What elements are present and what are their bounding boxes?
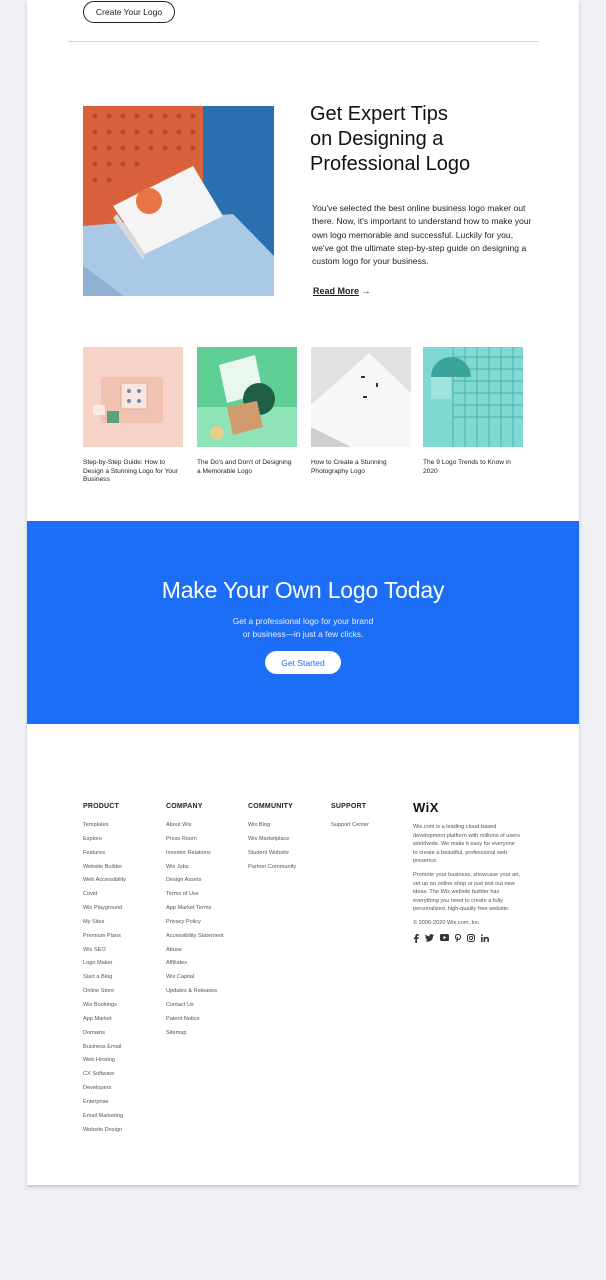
article-caption: The Do's and Don't of Designing a Memora…: [197, 459, 292, 475]
footer-link[interactable]: Explore: [83, 835, 126, 849]
footer-link[interactable]: Investor Relations: [166, 849, 224, 863]
footer-link[interactable]: Wix Bookings: [83, 1001, 126, 1015]
footer-link[interactable]: Enterprise: [83, 1098, 126, 1112]
footer-heading: COMPANY: [166, 803, 203, 810]
hero-title-line: on Designing a: [310, 128, 444, 150]
page-content: Create Your Logo Get Expert Tips on Desi…: [27, 0, 579, 1185]
about-paragraph: Wix.com is a leading cloud-based develop…: [413, 824, 520, 865]
footer-link[interactable]: Student Website: [248, 849, 296, 863]
footer-heading: SUPPORT: [331, 803, 367, 810]
cta-subtitle-line: or business—in just a few clicks.: [242, 629, 364, 639]
hero-title-line: Professional Logo: [310, 153, 471, 175]
footer-link[interactable]: Updates & Releases: [166, 987, 224, 1001]
footer-link[interactable]: Contact Us: [166, 1001, 224, 1015]
footer-column-community: COMMUNITY Wix Blog Wix Marketplace Stude…: [248, 803, 296, 876]
footer-link[interactable]: Wix Jobs: [166, 863, 224, 877]
facebook-icon[interactable]: [413, 933, 419, 943]
footer-link[interactable]: App Market Terms: [166, 904, 224, 918]
footer-link[interactable]: Web Accessibility: [83, 876, 126, 890]
footer-link[interactable]: Wix Capital: [166, 973, 224, 987]
footer-column-company: COMPANY About Wix Press Room Investor Re…: [166, 803, 224, 1043]
about-paragraph: Promote your business, showcase your art…: [413, 871, 521, 913]
footer-link[interactable]: Web Hosting: [83, 1056, 126, 1070]
read-more-link[interactable]: Read More →: [313, 286, 371, 296]
arrow-right-icon: →: [361, 286, 371, 296]
article-thumbnail: [311, 347, 411, 447]
article-card[interactable]: How to Create a Stunning Photography Log…: [311, 347, 411, 476]
cta-banner: Make Your Own Logo Today Get a professio…: [27, 521, 579, 724]
footer-link[interactable]: Support Center: [331, 821, 369, 835]
footer-link[interactable]: Wix Playground: [83, 904, 126, 918]
article-card[interactable]: The 9 Logo Trends to Know in 2020: [423, 347, 523, 476]
linkedin-icon[interactable]: [481, 933, 489, 942]
article-card[interactable]: The Do's and Don't of Designing a Memora…: [197, 347, 297, 476]
get-started-button[interactable]: Get Started: [265, 651, 341, 674]
article-thumbnail: [423, 347, 523, 447]
divider: [68, 41, 539, 42]
footer-link[interactable]: Templates: [83, 821, 126, 835]
wix-logo[interactable]: WiX: [413, 800, 521, 815]
footer-link[interactable]: Wix Marketplace: [248, 835, 296, 849]
footer-link[interactable]: Covid: [83, 890, 126, 904]
footer-link[interactable]: Affiliates: [166, 959, 224, 973]
youtube-icon[interactable]: [440, 933, 449, 941]
footer-heading: PRODUCT: [83, 803, 120, 810]
footer-link[interactable]: About Wix: [166, 821, 224, 835]
footer-link[interactable]: CX Software: [83, 1070, 126, 1084]
cta-subtitle-line: Get a professional logo for your brand: [232, 616, 374, 626]
footer-link[interactable]: Premium Plans: [83, 932, 126, 946]
footer-link[interactable]: Partner Community: [248, 863, 296, 877]
twitter-icon[interactable]: [425, 933, 434, 942]
footer-link[interactable]: Patent Notice: [166, 1015, 224, 1029]
footer-about: WiX Wix.com is a leading cloud-based dev…: [413, 800, 521, 943]
footer-column-support: SUPPORT Support Center: [331, 803, 369, 835]
article-caption: Step-by-Step Guide: How to Design a Stun…: [83, 459, 178, 484]
cta-title: Make Your Own Logo Today: [161, 577, 445, 603]
article-thumbnail: [197, 347, 297, 447]
footer-link[interactable]: Press Room: [166, 835, 224, 849]
footer-link[interactable]: Email Marketing: [83, 1112, 126, 1126]
footer-link[interactable]: App Market: [83, 1015, 126, 1029]
read-more-label: Read More: [313, 286, 360, 296]
social-links: [413, 933, 521, 943]
footer-link[interactable]: Developers: [83, 1084, 126, 1098]
article-caption: The 9 Logo Trends to Know in 2020: [423, 459, 511, 475]
footer-column-product: PRODUCT Templates Explore Features Websi…: [83, 803, 126, 1139]
footer-link[interactable]: Wix Blog: [248, 821, 296, 835]
article-card[interactable]: Step-by-Step Guide: How to Design a Stun…: [83, 347, 183, 485]
footer-link[interactable]: Start a Blog: [83, 973, 126, 987]
footer-link[interactable]: Website Builder: [83, 863, 126, 877]
footer-link[interactable]: Online Store: [83, 987, 126, 1001]
footer-link[interactable]: My Sites: [83, 918, 126, 932]
hero-title-line: Get Expert Tips: [310, 103, 448, 125]
footer-heading: COMMUNITY: [248, 803, 293, 810]
footer-link[interactable]: Design Assets: [166, 876, 224, 890]
hero-description: You've selected the best online business…: [312, 203, 532, 267]
article-caption: How to Create a Stunning Photography Log…: [311, 459, 387, 475]
footer-link[interactable]: Logo Maker: [83, 959, 126, 973]
cta-subtitle: Get a professional logo for your brand o…: [27, 615, 579, 641]
instagram-icon[interactable]: [467, 933, 475, 942]
pinterest-icon[interactable]: [455, 933, 461, 942]
article-thumbnail: [83, 347, 183, 447]
footer-link[interactable]: Sitemap: [166, 1029, 224, 1043]
footer-link[interactable]: Features: [83, 849, 126, 863]
footer-link[interactable]: Terms of Use: [166, 890, 224, 904]
footer-link[interactable]: Privacy Policy: [166, 918, 224, 932]
copyright: © 2006-2020 Wix.com, Inc: [413, 919, 479, 926]
footer-link[interactable]: Website Design: [83, 1126, 126, 1140]
hero-title: Get Expert Tips on Designing a Professio…: [310, 102, 530, 177]
create-logo-button[interactable]: Create Your Logo: [83, 1, 175, 23]
footer-link[interactable]: Domains: [83, 1029, 126, 1043]
footer-link[interactable]: Business Email: [83, 1043, 126, 1057]
hero-image: [83, 106, 274, 296]
footer-link[interactable]: Abuse: [166, 946, 224, 960]
footer-link[interactable]: Wix SEO: [83, 946, 126, 960]
footer-link[interactable]: Accessibility Statement: [166, 932, 224, 946]
